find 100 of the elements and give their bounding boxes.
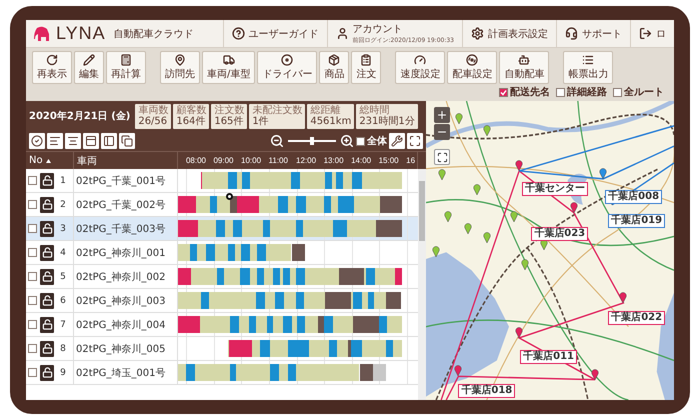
vehicle-row[interactable]: 2 02tPG_千葉_002号	[26, 193, 418, 217]
view-button[interactable]	[101, 133, 117, 149]
view-button[interactable]	[83, 133, 99, 149]
unlock-button[interactable]	[40, 172, 54, 188]
nav-link[interactable]: 計画表示設定	[462, 20, 556, 47]
route-stop-label[interactable]: 千葉店011	[520, 350, 577, 364]
map-pin-icon[interactable]	[454, 365, 462, 376]
vehicle-row[interactable]: 5 02tPG_神奈川_002	[26, 265, 418, 289]
map-pin-icon[interactable]	[510, 210, 518, 222]
toolbar-button[interactable]: 帳票出力	[563, 51, 614, 84]
route-stop-label[interactable]: 千葉店023	[531, 227, 588, 242]
wrench-button[interactable]	[389, 133, 405, 149]
map-pin-icon[interactable]	[619, 292, 628, 303]
column-header[interactable]: 車両	[77, 154, 97, 168]
help-icon	[232, 27, 245, 40]
toolbar-button[interactable]: ドライバー	[257, 51, 318, 84]
column-header[interactable]: No	[29, 155, 43, 166]
fullscreen-button[interactable]	[434, 149, 450, 165]
calculator-icon	[120, 54, 132, 66]
vehicle-name: 02tPG_埼玉_001号	[76, 366, 166, 380]
map-pin-icon[interactable]	[482, 232, 491, 244]
toolbar-button[interactable]: 再計算	[106, 51, 146, 84]
vehicle-row[interactable]: 3 02tPG_千葉_003号	[26, 217, 418, 241]
zoom-in-button[interactable]	[434, 107, 450, 123]
map-pin-icon[interactable]	[464, 223, 472, 234]
nav-link[interactable]: ロ	[630, 20, 674, 47]
toolbar-button[interactable]: 訪問先	[160, 51, 200, 84]
stat-value: 165件	[214, 116, 244, 128]
toolbar-button[interactable]: 編集	[74, 51, 104, 84]
vehicle-row[interactable]: 6 02tPG_神奈川_003	[26, 289, 418, 313]
view-button[interactable]	[47, 133, 63, 149]
unlock-button[interactable]	[40, 196, 54, 212]
toolbar-button[interactable]: 配車設定	[447, 51, 498, 84]
route-stop-label[interactable]: 千葉店018	[458, 384, 516, 398]
scrollbar[interactable]	[418, 169, 426, 400]
zoom-in-icon[interactable]	[340, 134, 354, 148]
row-checkbox[interactable]	[28, 272, 37, 281]
toolbar-button[interactable]: 商品	[319, 51, 350, 84]
route-stop-label[interactable]: 千葉店019	[608, 214, 666, 228]
vehicle-row[interactable]: 1 02tPG_千葉_001号	[26, 169, 418, 193]
map-pin-icon[interactable]	[515, 160, 524, 171]
list-icon	[582, 54, 594, 66]
toolbar-button[interactable]: 速度設定	[395, 51, 446, 84]
row-checkbox[interactable]	[28, 224, 37, 233]
row-number: 9	[59, 368, 67, 378]
map-pin-icon[interactable]	[540, 238, 548, 250]
tire-icon	[466, 54, 478, 66]
vehicle-row[interactable]: 8 02tPG_神奈川_005	[26, 337, 418, 361]
unlock-button[interactable]	[40, 340, 54, 356]
check-all-button[interactable]	[29, 133, 45, 149]
unlock-button[interactable]	[40, 244, 54, 260]
map-pin-icon[interactable]	[444, 210, 452, 222]
row-checkbox[interactable]	[28, 200, 37, 209]
unlock-button[interactable]	[40, 364, 54, 380]
vehicle-row[interactable]: 7 02tPG_神奈川_004	[26, 313, 418, 337]
toolbar-button[interactable]: 車両/車型	[202, 51, 256, 84]
map-pin-icon[interactable]	[438, 168, 446, 180]
map-pin-icon[interactable]	[521, 259, 530, 270]
map-pin-icon[interactable]	[432, 246, 440, 257]
map-pin-icon[interactable]	[570, 202, 578, 213]
row-checkbox[interactable]	[28, 296, 37, 305]
map-pin-icon[interactable]	[472, 184, 481, 195]
map-option-checkbox[interactable]: 配送先名	[499, 85, 550, 99]
time-label: 11:00	[268, 156, 288, 165]
route-stop-label[interactable]: 千葉店022	[608, 310, 666, 325]
map-option-checkbox[interactable]: 全ルート	[613, 85, 664, 99]
check-circle-icon	[31, 135, 43, 147]
row-checkbox[interactable]	[28, 176, 37, 185]
map-pin-icon[interactable]	[455, 112, 464, 124]
user-icon	[336, 27, 349, 40]
vehicle-row[interactable]: 4 02tPG_神奈川_001	[26, 241, 418, 265]
whole-checkbox[interactable]: 全体	[356, 134, 387, 148]
view-button[interactable]	[65, 133, 81, 149]
toolbar-button[interactable]: 再表示	[32, 51, 72, 84]
vehicle-row[interactable]: 9 02tPG_埼玉_001号	[26, 361, 418, 385]
unlock-button[interactable]	[40, 316, 54, 332]
route-stop-label[interactable]: 千葉センター	[522, 182, 588, 196]
unlock-button[interactable]	[40, 268, 54, 284]
map-pin-icon[interactable]	[599, 168, 608, 179]
gauge-icon	[414, 54, 426, 66]
toolbar-button[interactable]: 注文	[351, 51, 382, 84]
map-pin-icon[interactable]	[591, 368, 600, 380]
expand-button[interactable]	[407, 133, 423, 149]
nav-link[interactable]: サポート	[556, 20, 630, 47]
map-pin-icon[interactable]	[515, 326, 524, 338]
unlock-button[interactable]	[40, 292, 54, 308]
map-pin-icon[interactable]	[482, 124, 491, 136]
map-option-checkbox[interactable]: 詳細経路	[556, 85, 607, 99]
route-stop-label[interactable]: 千葉店008	[605, 190, 662, 204]
toolbar-button[interactable]: 自動配車	[499, 51, 550, 84]
zoom-out-icon[interactable]	[270, 134, 284, 148]
row-checkbox[interactable]	[28, 368, 37, 377]
unlock-button[interactable]	[40, 220, 54, 236]
row-checkbox[interactable]	[28, 248, 37, 257]
zoom-out-button[interactable]	[434, 124, 450, 140]
copy-button[interactable]	[119, 133, 135, 149]
row-checkbox[interactable]	[28, 344, 37, 353]
stat-value: 231時間1分	[359, 116, 415, 128]
row-checkbox[interactable]	[28, 320, 37, 329]
nav-link[interactable]: ユーザーガイド	[222, 20, 327, 47]
